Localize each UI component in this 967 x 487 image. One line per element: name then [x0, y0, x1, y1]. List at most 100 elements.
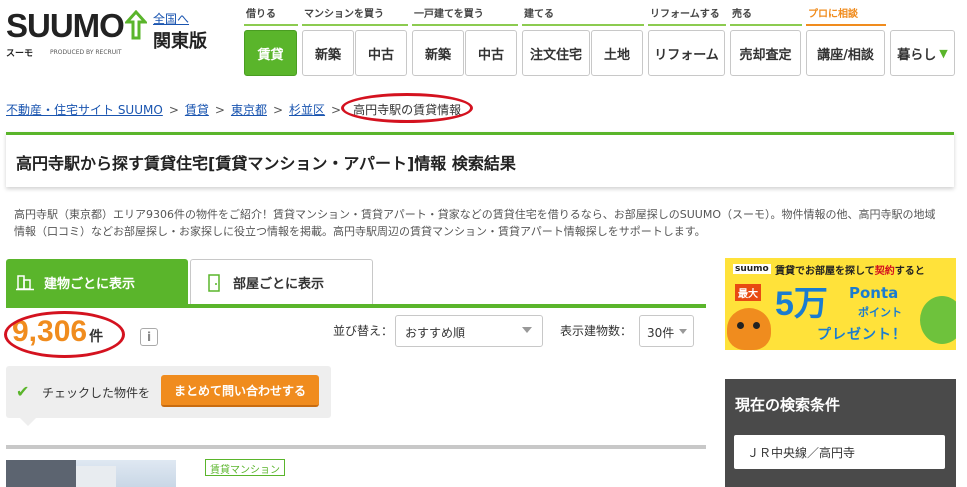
mascot-eye	[737, 322, 744, 329]
building-icon	[16, 275, 34, 291]
nav-house-new-button[interactable]: 新築	[412, 30, 464, 76]
nav-mansion-used-button[interactable]: 中古	[355, 30, 407, 76]
chevron-down-icon	[522, 327, 532, 333]
nav-group-underline	[244, 24, 298, 26]
breadcrumb-separator: >	[214, 102, 225, 117]
nav-group-label: 売る	[732, 9, 752, 20]
nav-consult-button[interactable]: 講座/相談	[806, 30, 885, 76]
display-count-label: 表示建物数：	[560, 324, 633, 338]
display-count-select[interactable]: 30件	[639, 315, 694, 347]
thumbnail-building	[76, 466, 116, 487]
nav-group-label: マンションを買う	[304, 9, 384, 20]
tab-underline	[6, 304, 706, 308]
sort-select-value: おすすめ順	[405, 326, 466, 340]
nav-group-underline	[890, 24, 956, 26]
caret-down-icon: ▼	[939, 46, 948, 60]
nav-group-underline	[730, 24, 802, 26]
page-title: 高円寺駅から探す賃貸住宅[賃貸マンション・アパート]情報 検索結果	[16, 154, 516, 173]
breadcrumb-current: 高円寺駅の賃貸情報	[341, 93, 474, 123]
logo-wordmark: SUUMO	[6, 7, 125, 44]
nav-living-button[interactable]: 暮らし ▼	[890, 30, 955, 76]
region-name: 関東版	[153, 31, 207, 52]
ad-present: プレゼント！	[817, 327, 907, 343]
nav-custom-home-button[interactable]: 注文住宅	[522, 30, 590, 76]
box-notch	[20, 418, 36, 426]
ponta-campaign-banner[interactable]: suumo 賃貸でお部屋を探して契約すると 最大 5万 Ponta ポイント プ…	[725, 258, 956, 350]
list-divider	[6, 445, 706, 449]
logo-sub: スーモ	[6, 49, 34, 59]
nav-group-label	[890, 8, 956, 22]
nav-group-label: プロに相談	[808, 9, 858, 20]
view-tabs: 建物ごとに表示 部屋ごとに表示	[6, 259, 706, 307]
tab-by-room[interactable]: 部屋ごとに表示	[190, 259, 373, 305]
conditions-title: 現在の検索条件	[735, 396, 841, 414]
property-type-badge: 賃貸マンション	[205, 459, 285, 476]
nav-mansion-new-button[interactable]: 新築	[302, 30, 354, 76]
ad-amount: 5万	[775, 285, 828, 323]
nav-group-label: 一戸建てを買う	[414, 9, 484, 20]
ponta-mascot-icon	[727, 308, 771, 350]
bulk-inquiry-button[interactable]: まとめて問い合わせする	[161, 375, 319, 407]
thumbnail-building	[6, 460, 76, 487]
nav-group-build: 建てる 注文住宅 土地	[522, 8, 644, 76]
suumo-logo[interactable]: SUUMO スーモ PRODUCED BY RECRUIT	[6, 7, 147, 64]
nav-group-house: 一戸建てを買う 新築 中古	[412, 8, 518, 76]
ad-logo: suumo	[733, 264, 771, 274]
ad-max-badge: 最大	[735, 284, 761, 301]
suumo-mascot-icon	[920, 296, 956, 344]
breadcrumb-link-suginami[interactable]: 杉並区	[289, 101, 325, 118]
page-title-box: 高円寺駅から探す賃貸住宅[賃貸マンション・アパート]情報 検索結果	[6, 132, 954, 187]
info-icon[interactable]: i	[140, 328, 158, 346]
nav-group-living: 暮らし ▼	[890, 8, 956, 76]
nav-group-sell: 売る 売却査定	[730, 8, 802, 76]
property-thumbnail[interactable]	[6, 460, 176, 487]
nav-group-label: 建てる	[524, 9, 554, 20]
nav-group-rent: 借りる 賃貸	[244, 8, 298, 76]
chevron-down-icon	[679, 329, 687, 334]
ad-headline-em: 契約	[874, 266, 895, 277]
condition-item: ＪＲ中央線／高円寺	[734, 435, 945, 469]
nav-group-underline	[412, 24, 518, 26]
nav-land-button[interactable]: 土地	[591, 30, 643, 76]
nationwide-link[interactable]: 全国へ	[153, 10, 189, 27]
site-header: SUUMO スーモ PRODUCED BY RECRUIT 全国へ 関東版 借り…	[0, 0, 967, 90]
nav-group-underline	[806, 24, 886, 26]
sort-label: 並び替え：	[333, 324, 394, 338]
nav-group-underline	[522, 24, 644, 26]
breadcrumb-link-suumo[interactable]: 不動産・住宅サイト SUUMO	[6, 101, 163, 118]
tab-by-building[interactable]: 建物ごとに表示	[6, 259, 188, 305]
current-conditions-panel: 現在の検索条件 ＪＲ中央線／高円寺	[725, 379, 956, 487]
nav-group-consult: プロに相談 講座/相談	[806, 8, 886, 76]
mascot-eye	[753, 322, 760, 329]
logo-arrow-icon	[125, 10, 147, 40]
nav-rent-button[interactable]: 賃貸	[244, 30, 297, 76]
display-count-value: 30件	[647, 326, 675, 340]
breadcrumb: 不動産・住宅サイト SUUMO > 賃貸 > 東京都 > 杉並区 > 高円寺駅の…	[6, 93, 474, 123]
ad-headline: 賃貸でお部屋を探して契約すると	[775, 262, 925, 277]
tab-by-room-label: 部屋ごとに表示	[233, 277, 325, 292]
tab-by-building-label: 建物ごとに表示	[44, 276, 136, 292]
highlight-ring	[341, 93, 474, 123]
ad-ponta: Ponta	[849, 284, 899, 302]
nav-reform-button[interactable]: リフォーム	[648, 30, 725, 76]
nav-group-underline	[648, 24, 726, 26]
ad-headline-suffix: すると	[894, 266, 925, 277]
checked-label: チェックした物件を	[42, 386, 151, 400]
nav-house-used-button[interactable]: 中古	[465, 30, 517, 76]
nav-group-reform: リフォームする リフォーム	[648, 8, 726, 76]
intro-text: 高円寺駅（東京都）エリア9306件の物件をご紹介！賃貸マンション・賃貸アパート・…	[14, 208, 936, 238]
nav-sell-appraisal-button[interactable]: 売却査定	[730, 30, 801, 76]
breadcrumb-separator: >	[272, 102, 284, 117]
breadcrumb-link-rent[interactable]: 賃貸	[185, 101, 209, 118]
sort-select[interactable]: おすすめ順	[395, 315, 543, 347]
nav-group-label: リフォームする	[650, 9, 720, 20]
nav-group-mansion: マンションを買う 新築 中古	[302, 8, 408, 76]
check-icon: ✔	[16, 382, 30, 401]
door-icon	[208, 273, 220, 292]
breadcrumb-separator: >	[168, 102, 179, 117]
nav-group-label: 借りる	[246, 9, 276, 20]
nav-group-underline	[302, 24, 408, 26]
logo-by: PRODUCED BY RECRUIT	[50, 49, 122, 56]
breadcrumb-link-tokyo[interactable]: 東京都	[231, 101, 267, 118]
nav-living-label: 暮らし	[897, 47, 937, 63]
